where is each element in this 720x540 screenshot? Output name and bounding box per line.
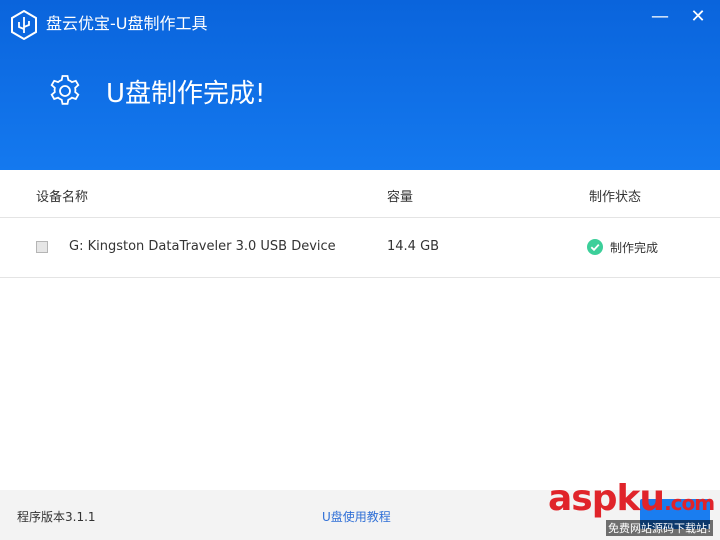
app-title: 盘云优宝-U盘制作工具 bbox=[46, 14, 208, 33]
usage-guide-link[interactable]: U盘使用教程 bbox=[322, 508, 391, 525]
usb-shield-icon bbox=[11, 10, 37, 40]
completion-message: U盘制作完成! bbox=[106, 79, 266, 109]
watermark-logo: aspku.com bbox=[548, 478, 715, 519]
header-capacity: 容量 bbox=[387, 190, 414, 205]
version-label: 程序版本3.1.1 bbox=[17, 510, 96, 524]
device-capacity: 14.4 GB bbox=[387, 239, 440, 254]
watermark-tagline: 免费网站源码下载站! bbox=[606, 520, 714, 536]
watermark-brand: aspku bbox=[548, 478, 665, 519]
status-text: 制作完成 bbox=[610, 241, 659, 255]
check-circle-icon bbox=[587, 239, 603, 255]
header-banner: 盘云优宝-U盘制作工具 — ✕ U盘制作完成! bbox=[0, 0, 720, 170]
header-status: 制作状态 bbox=[589, 190, 642, 205]
watermark-suffix: .com bbox=[664, 491, 715, 515]
close-button[interactable]: ✕ bbox=[688, 8, 708, 26]
minimize-button[interactable]: — bbox=[650, 8, 670, 26]
table-header: 设备名称 容量 制作状态 bbox=[0, 170, 720, 218]
watermark: aspku.com 免费网站源码下载站! bbox=[548, 478, 720, 540]
device-name: G: Kingston DataTraveler 3.0 USB Device bbox=[69, 239, 336, 254]
device-checkbox[interactable] bbox=[36, 241, 48, 253]
gear-icon bbox=[50, 75, 80, 105]
table-row: G: Kingston DataTraveler 3.0 USB Device … bbox=[0, 218, 720, 278]
header-device-name: 设备名称 bbox=[36, 190, 89, 205]
